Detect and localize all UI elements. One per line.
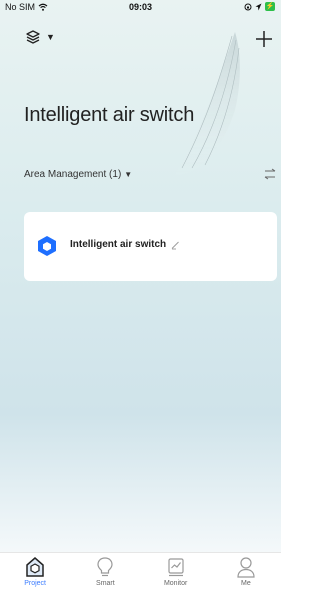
device-name: Intelligent air switch <box>70 239 167 250</box>
tab-label-project: Project <box>24 580 47 587</box>
lock-rotation-icon <box>244 3 252 10</box>
area-dropdown-caret[interactable]: ▼ <box>124 170 132 179</box>
page-title: Intelligent air switch <box>24 104 195 126</box>
status-right: ⚡ <box>244 2 275 11</box>
edit-icon[interactable] <box>171 240 181 250</box>
tab-monitor[interactable]: Monitor <box>146 553 206 587</box>
cube-icon <box>38 236 56 256</box>
top-bar: ▼ <box>0 22 281 52</box>
area-management-row: Area Management (1) ▼ <box>24 166 277 182</box>
battery-icon: ⚡ <box>265 2 275 11</box>
add-button[interactable] <box>253 28 275 50</box>
tab-project[interactable]: Project <box>5 553 65 587</box>
chart-icon <box>168 558 184 577</box>
tab-me[interactable]: Me <box>216 553 276 587</box>
project-switcher-button[interactable]: ▼ <box>26 30 55 44</box>
tab-label-smart: Smart <box>96 580 115 587</box>
tab-smart[interactable]: Smart <box>75 553 135 587</box>
status-bar: No SIM 09:03 ⚡ <box>0 0 281 16</box>
location-icon <box>255 3 262 10</box>
home-icon <box>26 557 44 577</box>
chevron-down-icon: ▼ <box>46 32 55 42</box>
sort-icon[interactable] <box>263 168 277 180</box>
status-time: 09:03 <box>128 2 153 12</box>
bottom-tab-bar: Project Smart Monitor Me <box>0 552 281 592</box>
area-management-label[interactable]: Area Management (1) <box>24 169 121 180</box>
tab-label-me: Me <box>241 580 251 587</box>
bulb-icon <box>97 557 113 577</box>
device-card[interactable]: Intelligent air switch <box>24 212 277 281</box>
tab-label-monitor: Monitor <box>163 580 188 587</box>
user-icon <box>237 557 255 578</box>
layers-icon <box>26 30 40 44</box>
app-screen: No SIM 09:03 ⚡ ▼ Intelligent air switch … <box>0 0 281 592</box>
